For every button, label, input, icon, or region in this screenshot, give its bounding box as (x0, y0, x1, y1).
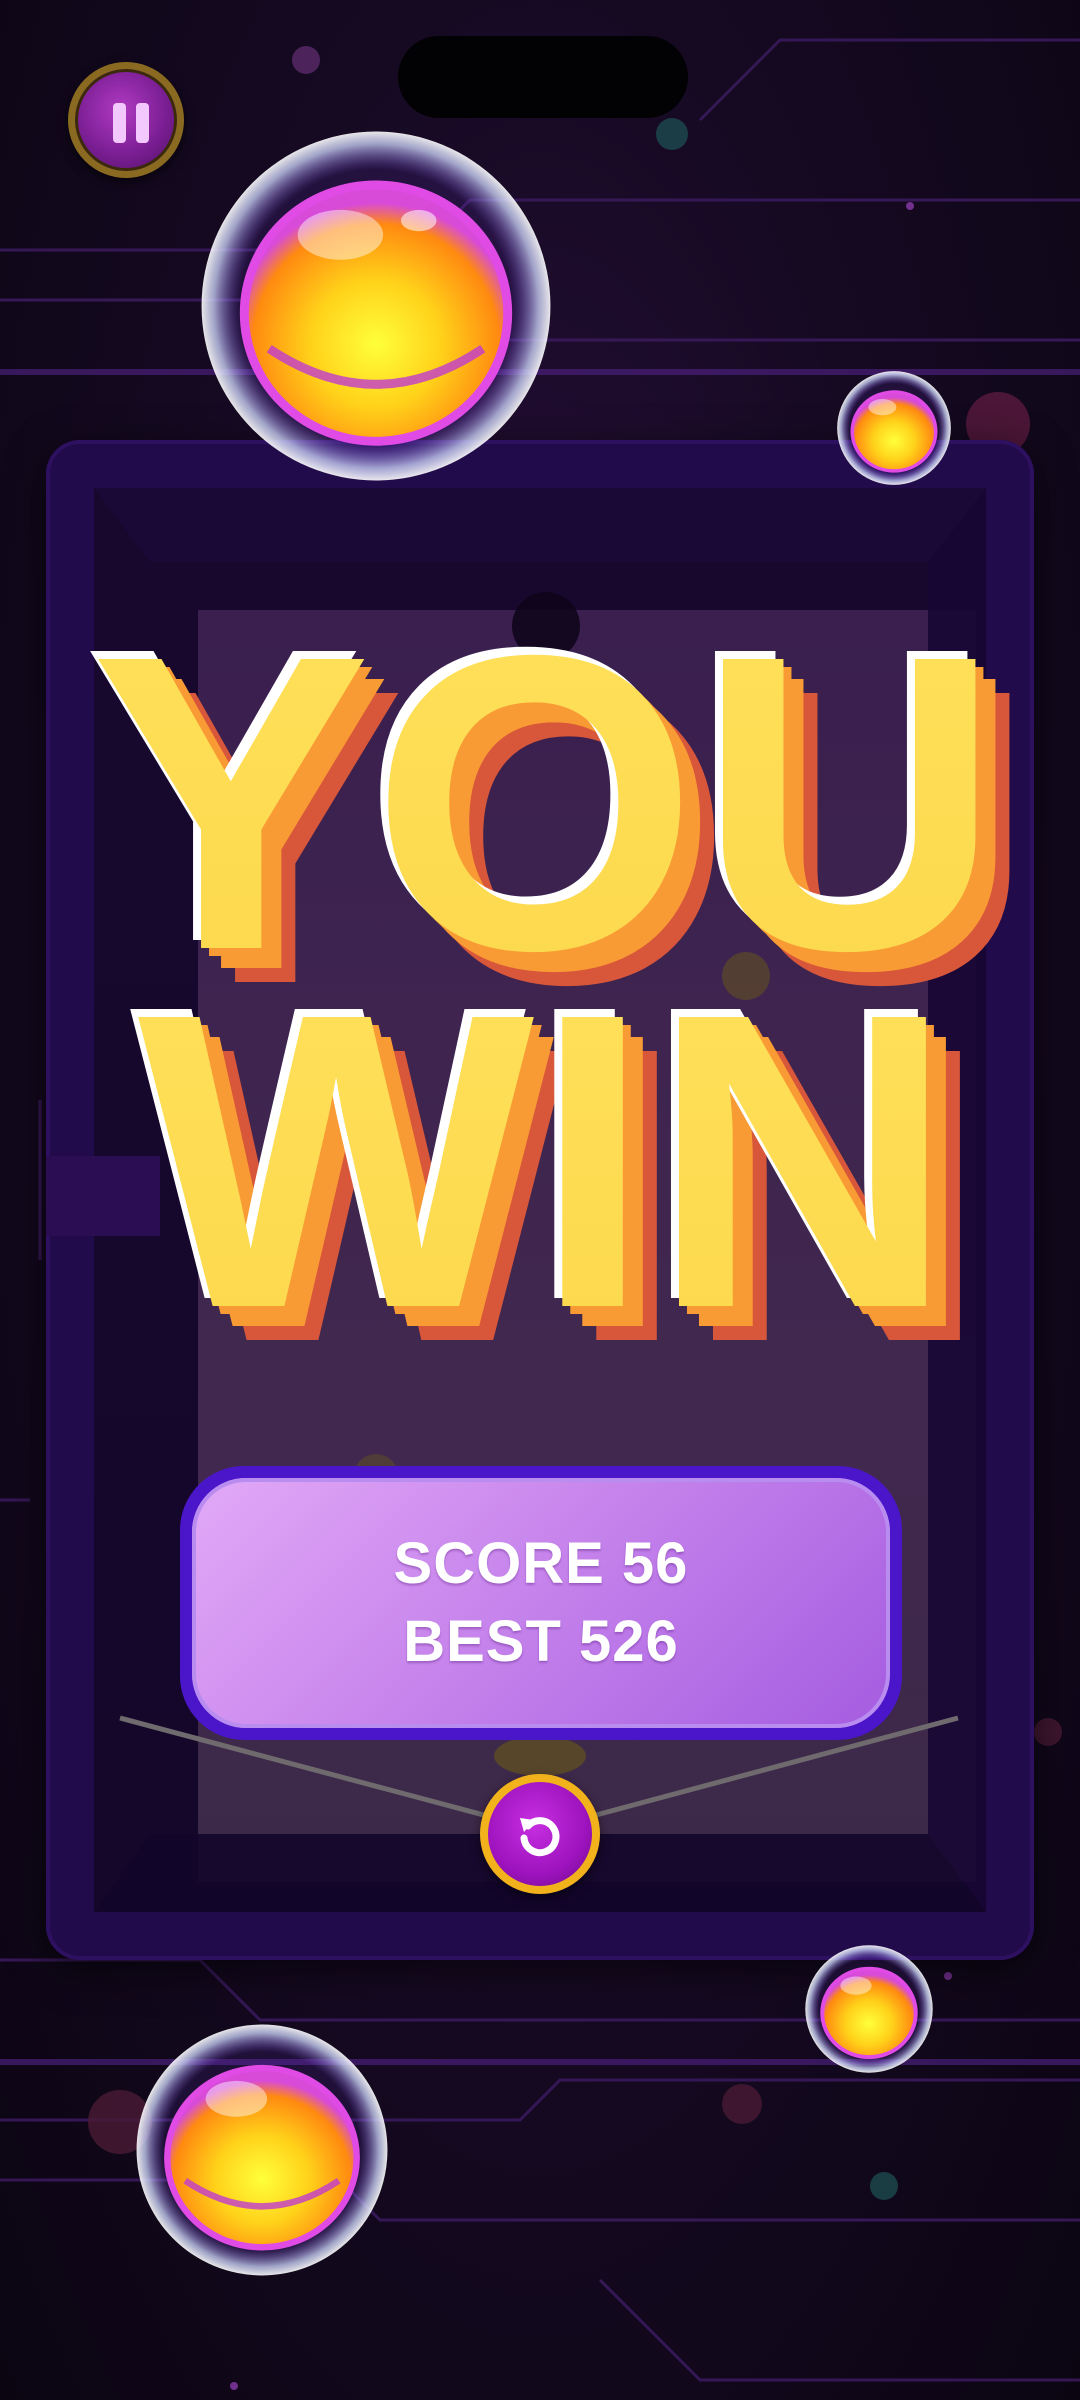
bubble-small-right-top (837, 371, 951, 485)
pause-icon (113, 103, 149, 143)
score-text: SCORE 56 (393, 1531, 689, 1596)
restart-icon (520, 1817, 560, 1857)
bubble-large-top (201, 131, 551, 481)
camera-notch (398, 36, 688, 118)
game-screen: YOU YOU YOU YOU YOU WIN WIN WIN WIN WIN … (0, 0, 1080, 2400)
restart-button[interactable] (480, 1774, 600, 1894)
bubble-small-right-bottom (805, 1945, 933, 2073)
you-win-title: YOU YOU YOU YOU YOU WIN WIN WIN WIN WIN (83, 610, 1020, 1430)
score-panel: SCORE 56 BEST 526 (180, 1466, 902, 1740)
score-panel-inner: SCORE 56 BEST 526 (192, 1478, 890, 1728)
pause-button[interactable] (68, 62, 184, 178)
bubble-medium-bottom-left (136, 2024, 388, 2276)
win-text: WIN (138, 927, 954, 1396)
best-score-text: BEST 526 (403, 1609, 679, 1674)
